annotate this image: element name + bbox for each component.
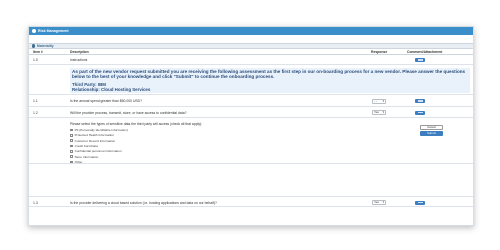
response-value: Yes [374,200,379,204]
checkbox[interactable] [70,134,73,137]
instructions-text: As part of the new vendor request submit… [72,69,466,80]
section-title: Materiality [36,44,54,48]
instructions-panel: As part of the new vendor request submit… [70,68,470,93]
table-row: 1.3 Is the provider delivering a cloud b… [29,196,473,207]
sensitive-data-checklist: Please select the types of sensitive dat… [70,122,202,165]
checkbox-label: PII (Personally Identifiable Information… [74,128,128,133]
table-row: 1.0 Instructions [29,55,473,65]
item-number: 1.0 [33,58,38,62]
col-description: Description [70,49,89,54]
response-select[interactable]: - - ▾ [372,98,386,104]
col-comment: Comment/Attachment [407,49,443,54]
collapse-icon[interactable] [32,44,36,48]
chevron-down-icon: ▾ [382,200,384,204]
app-icon [32,29,36,33]
response-value: - - [374,98,377,103]
checkbox[interactable] [70,139,73,143]
response-select[interactable]: Yes ▾ [372,200,386,205]
item-description: Instructions [70,58,88,62]
checkbox[interactable] [70,144,73,148]
checkbox-label: Store Information [74,154,99,159]
comment-button[interactable] [415,200,425,205]
comment-button[interactable] [415,99,425,103]
checkbox-label: Protected Health Information [74,133,114,138]
item-number: 1.3 [33,200,38,205]
response-value: Yes [374,110,379,114]
col-response: Response [371,49,388,54]
sensitive-data-row: Please select the types of sensitive dat… [29,118,473,164]
cancel-button[interactable]: Cancel [420,125,443,130]
comment-button[interactable] [415,110,425,115]
checkbox[interactable] [70,150,73,153]
chevron-down-icon: ▾ [382,110,384,114]
relationship-label: Relationship: Cloud Hosting Services [72,86,151,92]
response-select[interactable]: Yes ▾ [372,110,386,115]
item-number: 1.2 [33,110,38,115]
checkbox-label: Confidential personnel information [74,149,122,154]
instructions-row: As part of the new vendor request submit… [29,65,473,95]
comment-button[interactable] [415,58,425,62]
checkbox-label: Credit Card Data [74,144,98,149]
item-description: Is the provider delivering a cloud based… [70,200,217,205]
checkbox[interactable] [70,128,73,132]
item-description: Is the annual spend greater than $50,000… [70,99,143,103]
window-title: Risk Management [38,29,69,33]
risk-management-window: Risk Management Materiality Item # Descr… [28,26,474,226]
item-description: Will the provider process, transmit, sto… [70,110,187,115]
table-row: 1.1 Is the annual spend greater than $50… [29,95,473,107]
checkbox[interactable] [70,155,73,158]
checkbox-label: Customer Record Information [74,138,116,143]
table-row: 1.2 Will the provider process, transmit,… [29,107,473,118]
window-titlebar: Risk Management [29,27,473,35]
item-number: 1.1 [33,99,38,103]
submit-button[interactable]: Submit [420,131,443,136]
chevron-down-icon: ▾ [382,98,384,103]
empty-area [29,164,473,196]
checklist-prompt: Please select the types of sensitive dat… [70,122,203,126]
checkbox[interactable] [70,160,73,164]
col-item: Item # [33,49,43,54]
